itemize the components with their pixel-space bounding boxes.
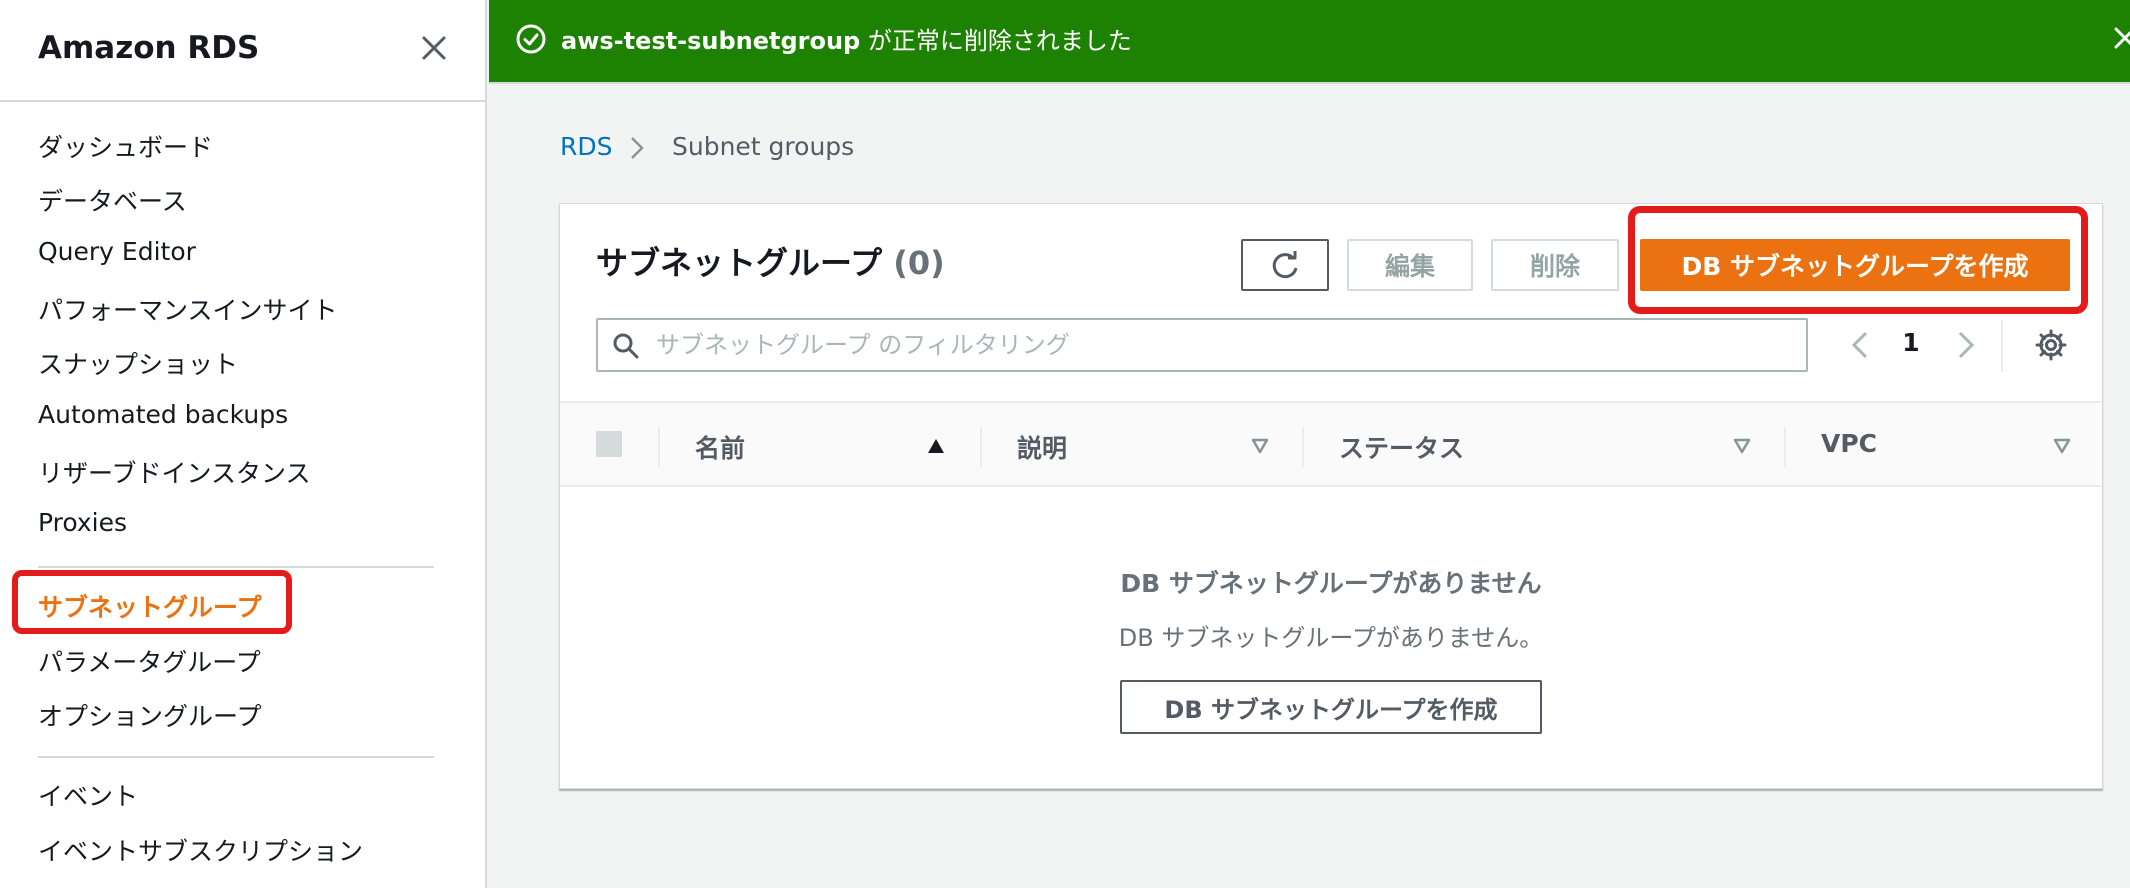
column-divider <box>980 427 982 467</box>
sidebar-item-event-subscriptions[interactable]: イベントサブスクリプション <box>38 832 363 868</box>
nav-divider <box>38 566 434 568</box>
column-header-status[interactable]: ステータス <box>1339 429 1464 465</box>
delete-button[interactable]: 削除 <box>1491 239 1619 291</box>
annotation-highlight-subnet-groups <box>12 570 292 634</box>
sort-down-icon[interactable] <box>1250 437 1270 455</box>
filter-input[interactable] <box>656 328 1796 362</box>
sidebar-item-automated-backups[interactable]: Automated backups <box>38 400 288 429</box>
sidebar-item-option-groups[interactable]: オプショングループ <box>38 697 262 733</box>
column-header-name[interactable]: 名前 <box>695 429 745 465</box>
sidebar-item-databases[interactable]: データベース <box>38 182 187 218</box>
chevron-left-icon[interactable] <box>1846 328 1874 362</box>
sidebar-item-reserved-instances[interactable]: リザーブドインスタンス <box>38 454 311 490</box>
panel-title-text: サブネットグループ <box>596 244 883 282</box>
empty-state-create-button[interactable]: DB サブネットグループを作成 <box>1120 680 1542 734</box>
success-check-icon <box>516 24 546 54</box>
gear-icon[interactable] <box>2034 328 2068 362</box>
sort-down-icon[interactable] <box>2052 437 2072 455</box>
chevron-right-icon <box>631 137 644 159</box>
nav-divider <box>38 756 434 758</box>
sidebar-item-performance-insights[interactable]: パフォーマンスインサイト <box>38 291 338 327</box>
close-icon[interactable] <box>2111 24 2130 52</box>
close-icon[interactable] <box>416 30 452 66</box>
filter-box <box>596 318 1808 372</box>
page-title: サブネットグループ (0) <box>596 238 945 284</box>
sort-down-icon[interactable] <box>1732 437 1752 455</box>
column-divider <box>1784 427 1786 467</box>
success-flash-banner: aws-test-subnetgroup が正常に削除されました <box>489 0 2130 84</box>
empty-state-title: DB サブネットグループがありません <box>1120 569 1542 598</box>
sidebar-item-snapshots[interactable]: スナップショット <box>38 345 238 381</box>
flash-resource-name: aws-test-subnetgroup <box>561 27 861 55</box>
column-divider <box>1302 427 1304 467</box>
pager-divider <box>2001 320 2003 372</box>
column-header-vpc[interactable]: VPC <box>1821 429 1877 458</box>
refresh-button[interactable] <box>1241 239 1329 291</box>
search-icon <box>613 333 639 359</box>
column-header-description[interactable]: 説明 <box>1017 429 1067 465</box>
empty-state-description: DB サブネットグループがありません。 <box>1118 624 1544 652</box>
annotation-highlight-create-button <box>1628 206 2088 314</box>
item-count: (0) <box>893 244 945 282</box>
flash-message: aws-test-subnetgroup が正常に削除されました <box>561 21 1132 56</box>
chevron-right-icon[interactable] <box>1952 328 1980 362</box>
sidebar-item-dashboard[interactable]: ダッシュボード <box>38 128 213 164</box>
sidebar-item-query-editor[interactable]: Query Editor <box>38 237 196 266</box>
breadcrumb-rds-link[interactable]: RDS <box>560 132 613 161</box>
select-all-checkbox[interactable] <box>596 431 622 457</box>
sort-ascending-icon[interactable] <box>926 437 946 455</box>
edit-button[interactable]: 編集 <box>1347 239 1473 291</box>
sidebar-item-events[interactable]: イベント <box>38 777 138 813</box>
table-header: 名前 説明 ステータス VPC <box>560 401 2102 487</box>
breadcrumb: RDS Subnet groups <box>560 132 854 161</box>
current-page[interactable]: 1 <box>1896 328 1926 357</box>
subnet-groups-panel: サブネットグループ (0) 編集 削除 DB サブネットグループを作成 1 <box>559 203 2103 789</box>
sidebar: Amazon RDS ダッシュボード データベース Query Editor パ… <box>0 0 487 888</box>
breadcrumb-current: Subnet groups <box>672 132 855 161</box>
flash-message-text: が正常に削除されました <box>860 27 1132 55</box>
sidebar-header: Amazon RDS <box>0 0 485 102</box>
column-divider <box>658 427 660 467</box>
sidebar-item-proxies[interactable]: Proxies <box>38 508 127 537</box>
sidebar-title: Amazon RDS <box>38 30 260 66</box>
sidebar-item-parameter-groups[interactable]: パラメータグループ <box>38 643 261 679</box>
refresh-icon <box>1272 251 1298 279</box>
